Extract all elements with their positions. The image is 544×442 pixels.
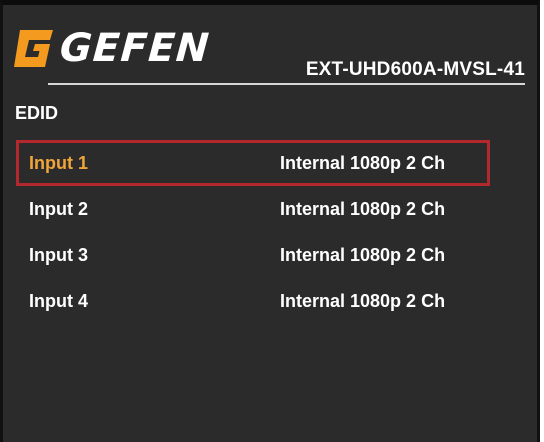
menu-title: EDID [15,103,59,123]
edid-setting-value: Internal 1080p 2 Ch [280,199,446,219]
brand-name: GEFEN [58,26,212,71]
menu-item-input-3[interactable]: Input 3 Internal 1080p 2 Ch [16,232,490,278]
edid-setting-value: Internal 1080p 2 Ch [280,153,446,173]
edid-input-list: Input 1 Internal 1080p 2 Ch Input 2 Inte… [16,140,490,324]
input-label: Input 4 [29,291,88,311]
input-label: Input 1 [29,153,88,173]
osd-screen: GEFEN EXT-UHD600A-MVSL-41 EDID Input 1 I… [0,0,540,442]
model-number: EXT-UHD600A-MVSL-41 [305,59,525,80]
menu-item-input-1[interactable]: Input 1 Internal 1080p 2 Ch [16,140,490,186]
brand-logo: GEFEN [12,25,212,73]
edid-setting-value: Internal 1080p 2 Ch [280,291,446,311]
menu-item-input-2[interactable]: Input 2 Internal 1080p 2 Ch [16,186,490,232]
edid-setting-value: Internal 1080p 2 Ch [280,245,446,265]
input-label: Input 2 [29,199,88,219]
gefen-logo-icon [14,30,53,67]
header-divider [48,83,525,85]
menu-item-input-4[interactable]: Input 4 Internal 1080p 2 Ch [16,278,490,324]
input-label: Input 3 [29,245,88,265]
